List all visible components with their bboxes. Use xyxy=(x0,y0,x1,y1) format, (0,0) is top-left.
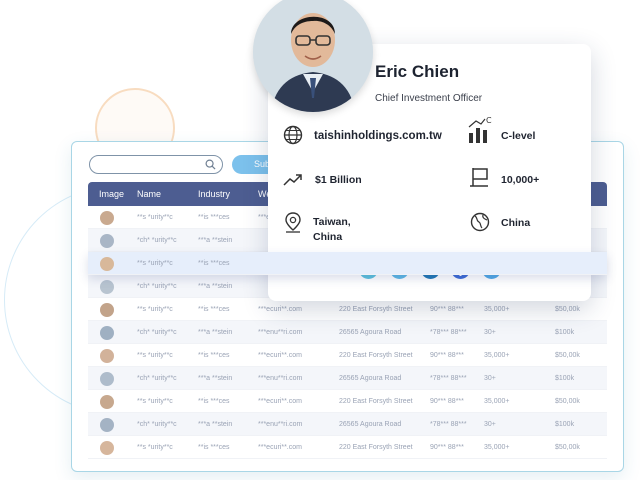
cell-name: **s *urity**c xyxy=(137,214,173,221)
cell-address: 220 East Forsyth Street xyxy=(339,398,413,405)
trend-up-icon xyxy=(283,174,302,186)
cell-revenue: $50,00k xyxy=(555,352,580,359)
cell-revenue: $100k xyxy=(555,375,575,382)
row-avatar xyxy=(100,280,114,294)
cell-employees: 30+ xyxy=(484,421,496,428)
column-header-industry[interactable]: Industry xyxy=(198,189,230,199)
table-row[interactable]: *ch* *urity**c ***a **stein ***enu**ri.com… xyxy=(88,367,607,390)
cell-industry: **is ***ces xyxy=(198,306,230,313)
table-row[interactable]: **s *urity**c **is ***ces xyxy=(88,252,607,275)
row-avatar xyxy=(100,326,114,340)
cell-industry: ***a **stein xyxy=(198,283,233,290)
cell-industry: ***a **stein xyxy=(198,329,233,336)
cell-employees: 35,000+ xyxy=(484,306,510,313)
cell-website: ***ecuri**.com xyxy=(258,352,302,359)
profile-name: Eric Chien xyxy=(375,62,460,81)
cell-website: ***ecuri**.com xyxy=(258,398,302,405)
row-avatar xyxy=(100,395,114,409)
location-line-2: China xyxy=(313,231,343,243)
cell-name: *ch* *urity**c xyxy=(137,283,177,290)
cell-website: ***enu**ri.com xyxy=(258,421,303,428)
cell-revenue: $100k xyxy=(555,421,575,428)
cell-employees: 35,000+ xyxy=(484,444,510,451)
cell-industry: **is ***ces xyxy=(198,214,230,221)
level-badge: C xyxy=(486,116,492,125)
cell-address: 220 East Forsyth Street xyxy=(339,306,413,313)
cell-industry: ***a **stein xyxy=(198,375,233,382)
cell-industry: ***a **stein xyxy=(198,421,233,428)
cell-revenue: $50,00k xyxy=(555,398,580,405)
cell-name: **s *urity**c xyxy=(137,306,173,313)
profile-job-title: Chief Investment Officer xyxy=(375,93,483,104)
cell-industry: **is ***ces xyxy=(198,260,230,267)
table-row[interactable]: **s *urity**c **is ***ces ***ecuri**.com 22… xyxy=(88,390,607,413)
country: China xyxy=(501,217,531,229)
row-avatar xyxy=(100,418,114,432)
seniority-level: C-level xyxy=(501,130,536,142)
employee-count: 10,000+ xyxy=(501,174,540,186)
cell-address: 26565 Agoura Road xyxy=(339,329,402,336)
cell-phone: *78*** 88*** xyxy=(430,421,467,428)
location-line-1: Taiwan, xyxy=(313,216,351,228)
cell-website: ***enu**ri.com xyxy=(258,329,303,336)
cell-phone: 90*** 88*** xyxy=(430,352,464,359)
cell-website: ***enu**ri.com xyxy=(258,375,303,382)
cell-name: *ch* *urity**c xyxy=(137,421,177,428)
table-row[interactable]: **s *urity**c **is ***ces ***ecuri**.com 22… xyxy=(88,298,607,321)
table-row[interactable]: **s *urity**c **is ***ces ***ecuri**.com 22… xyxy=(88,436,607,459)
cell-employees: 35,000+ xyxy=(484,398,510,405)
table-row[interactable]: **s *urity**c **is ***ces ***ecuri**.com 22… xyxy=(88,344,607,367)
cell-employees: 30+ xyxy=(484,375,496,382)
cell-revenue: $50,00k xyxy=(555,444,580,451)
cell-name: **s *urity**c xyxy=(137,352,173,359)
cell-industry: **is ***ces xyxy=(198,444,230,451)
search-input[interactable] xyxy=(89,155,223,174)
cell-revenue: $50,00k xyxy=(555,306,580,313)
cell-name: *ch* *urity**c xyxy=(137,237,177,244)
cell-industry: **is ***ces xyxy=(198,352,230,359)
cell-name: *ch* *urity**c xyxy=(137,375,177,382)
cell-website: ***ecuri**.com xyxy=(258,444,302,451)
row-avatar xyxy=(100,211,114,225)
cell-name: **s *urity**c xyxy=(137,260,173,267)
cell-phone: 90*** 88*** xyxy=(430,398,464,405)
cell-industry: **is ***ces xyxy=(198,398,230,405)
earth-icon xyxy=(470,212,490,232)
cell-name: **s *urity**c xyxy=(137,444,173,451)
table-row[interactable]: *ch* *urity**c ***a **stein ***enu**ri.com… xyxy=(88,413,607,436)
cell-industry: ***a **stein xyxy=(198,237,233,244)
row-avatar xyxy=(100,234,114,248)
cell-website: ***ecuri**.com xyxy=(258,306,302,313)
column-header-image[interactable]: Image xyxy=(99,189,124,199)
cell-phone: *78*** 88*** xyxy=(430,375,467,382)
column-header-name[interactable]: Name xyxy=(137,189,161,199)
cell-revenue: $100k xyxy=(555,329,575,336)
cell-address: 220 East Forsyth Street xyxy=(339,352,413,359)
cell-employees: 35,000+ xyxy=(484,352,510,359)
cell-address: 26565 Agoura Road xyxy=(339,375,402,382)
row-avatar xyxy=(100,303,114,317)
table-row[interactable]: *ch* *urity**c ***a **stein ***enu**ri.com… xyxy=(88,321,607,344)
cell-phone: *78*** 88*** xyxy=(430,329,467,336)
row-avatar xyxy=(100,349,114,363)
cell-employees: 30+ xyxy=(484,329,496,336)
seniority-chart-icon: C xyxy=(468,116,492,143)
cell-address: 220 East Forsyth Street xyxy=(339,444,413,451)
company-revenue: $1 Billion xyxy=(315,174,362,186)
cell-address: 26565 Agoura Road xyxy=(339,421,402,428)
row-avatar xyxy=(100,372,114,386)
company-website[interactable]: taishinholdings.com.tw xyxy=(314,129,442,144)
cell-phone: 90*** 88*** xyxy=(430,444,464,451)
search-icon xyxy=(205,159,216,170)
cell-phone: 90*** 88*** xyxy=(430,306,464,313)
location-pin-icon xyxy=(285,212,301,233)
cell-name: *ch* *urity**c xyxy=(137,329,177,336)
row-avatar xyxy=(100,441,114,455)
globe-icon xyxy=(283,125,303,145)
flag-icon xyxy=(470,168,488,187)
cell-name: **s *urity**c xyxy=(137,398,173,405)
row-avatar xyxy=(100,257,114,271)
